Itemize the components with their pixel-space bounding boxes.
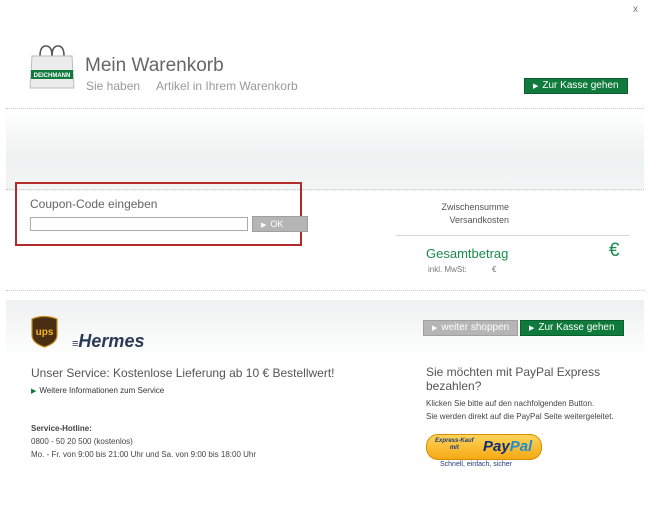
- paypal-instruction-1: Klicken Sie bitte auf den nachfolgenden …: [426, 399, 595, 408]
- checkout-button-bottom[interactable]: ▶ Zur Kasse gehen: [520, 320, 624, 336]
- coupon-highlight-box: [15, 182, 302, 246]
- speed-lines-icon: ≡: [72, 338, 79, 350]
- hotline-hours: Mo. - Fr. von 9:00 bis 21:00 Uhr und Sa.…: [31, 450, 257, 459]
- continue-shopping-label: weiter shoppen: [441, 322, 510, 333]
- hermes-logo: ≡ Hermes: [72, 331, 144, 352]
- page-title: Mein Warenkorb: [85, 55, 224, 76]
- cart-subtitle: Sie haben Artikel in Ihrem Warenkorb: [86, 79, 314, 93]
- coupon-ok-label: OK: [270, 219, 284, 229]
- coupon-input[interactable]: [30, 217, 248, 231]
- coupon-label: Coupon-Code eingeben: [30, 197, 158, 211]
- hotline-title: Service-Hotline:: [31, 424, 92, 433]
- paypal-logo-part1: Pay: [483, 438, 510, 455]
- paypal-logo: PayPal: [483, 438, 532, 455]
- play-arrow-icon: ▶: [432, 325, 438, 332]
- more-info-label: Weitere Informationen zum Service: [39, 386, 165, 395]
- divider: [396, 235, 630, 236]
- paypal-button-caption: Express-Kauf mit: [435, 438, 474, 452]
- shipping-cost-label: Versandkosten: [449, 215, 509, 225]
- cart-items-area: [6, 109, 644, 191]
- total-label: Gesamtbetrag: [426, 246, 509, 261]
- play-arrow-icon: ▶: [261, 222, 267, 229]
- ups-logo: ups: [31, 315, 58, 348]
- checkout-button-top[interactable]: ▶ Zur Kasse gehen: [524, 78, 628, 94]
- paypal-caption-line1: Express-Kauf: [435, 438, 474, 444]
- continue-shopping-button[interactable]: ▶ weiter shoppen: [423, 320, 519, 336]
- checkout-top-label: Zur Kasse gehen: [542, 80, 619, 91]
- paypal-caption-line2: mit: [449, 445, 459, 451]
- subtitle-part-1: Sie haben: [86, 79, 141, 93]
- close-button[interactable]: x: [633, 4, 638, 15]
- subtotal-label: Zwischensumme: [441, 202, 509, 212]
- subtitle-part-2: Artikel in Ihrem Warenkorb: [156, 79, 298, 93]
- vat-currency: €: [492, 265, 497, 274]
- play-arrow-icon: ▶: [529, 325, 535, 332]
- vat-label: inkl. MwSt:: [428, 265, 467, 274]
- coupon-ok-button[interactable]: ▶ OK: [252, 216, 308, 232]
- divider: [6, 290, 644, 291]
- total-currency: €: [609, 240, 620, 261]
- hotline-number: 0800 - 50 20 500 (kostenlos): [31, 437, 133, 446]
- paypal-express-button[interactable]: Express-Kauf mit PayPal: [426, 434, 542, 460]
- play-arrow-icon: ▶: [31, 388, 37, 395]
- paypal-instruction-2: Sie werden direkt auf die PayPal Seite w…: [426, 412, 614, 421]
- paypal-question: Sie möchten mit PayPal Express bezahlen?: [426, 365, 601, 393]
- brand-logo-text: DEICHMANN: [34, 73, 71, 79]
- shopping-bag-logo: DEICHMANN: [28, 44, 76, 90]
- play-arrow-icon: ▶: [533, 83, 539, 90]
- more-info-link[interactable]: ▶ Weitere Informationen zum Service: [31, 386, 164, 395]
- service-heading: Unser Service: Kostenlose Lieferung ab 1…: [31, 366, 335, 380]
- ups-logo-text: ups: [36, 327, 54, 338]
- hermes-logo-text: Hermes: [78, 331, 145, 351]
- paypal-logo-part2: Pal: [509, 438, 533, 455]
- checkout-bottom-label: Zur Kasse gehen: [538, 322, 615, 333]
- paypal-tagline: Schnell, einfach, sicher: [440, 461, 512, 468]
